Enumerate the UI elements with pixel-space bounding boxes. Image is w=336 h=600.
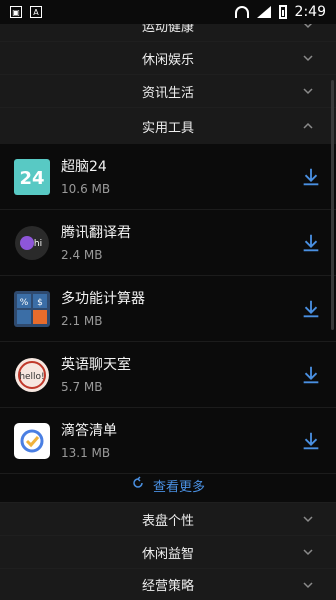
category-label: 休闲娱乐 [141,52,194,68]
download-icon[interactable] [300,430,322,452]
status-time: 2:49 [294,4,326,20]
app-size: 2.4 MB [61,248,103,262]
category-label: 经营策略 [141,579,194,594]
list-item[interactable]: 24 超脑24 10.6 MB [0,144,336,210]
chevron-up-icon [302,120,314,132]
category-label: 休闲益智 [141,546,194,562]
app-size: 13.1 MB [61,446,111,460]
view-more-label: 查看更多 [152,479,205,495]
photo-icon: ▣ [10,6,22,18]
list-item[interactable]: hello! 英语聊天室 5.7 MB [0,342,336,408]
app-name: 超脑24 [61,159,107,175]
svg-text:hi: hi [34,239,42,249]
category-label: 实用工具 [141,120,194,136]
battery-icon [278,5,287,19]
chevron-down-icon [302,85,314,97]
download-icon[interactable] [300,364,322,386]
app-name: 腾讯翻译君 [61,225,131,241]
svg-text:hello!: hello! [19,372,44,382]
chevron-down-icon [302,546,314,558]
app-icon: A [30,6,42,18]
chevron-down-icon [302,579,314,591]
signal-icon [256,6,271,18]
category-strategy[interactable]: 经营策略 [0,568,336,600]
category-watchface[interactable]: 表盘个性 [0,502,336,535]
wifi-icon [234,6,249,18]
app-list: 24 超脑24 10.6 MB hi 腾讯翻译君 2.4 MB % $ 多功能计算… [0,144,336,500]
category-label: 表盘个性 [141,513,194,529]
refresh-icon [131,476,145,494]
download-icon[interactable] [300,232,322,254]
app-name: 滴答清单 [61,423,117,439]
list-item[interactable]: % $ 多功能计算器 2.1 MB [0,276,336,342]
app-name: 多功能计算器 [61,291,145,307]
category-leisure[interactable]: 休闲娱乐 [0,41,336,74]
category-utilities[interactable]: 实用工具 [0,107,336,144]
app-size: 5.7 MB [61,380,103,394]
chevron-down-icon [302,52,314,64]
status-bar: ▣ A 2:49 [0,0,336,24]
category-puzzle[interactable]: 休闲益智 [0,535,336,568]
download-icon[interactable] [300,166,322,188]
calculator-icon: % $ [14,290,50,327]
app-size: 10.6 MB [61,182,111,196]
app-size: 2.1 MB [61,314,103,328]
ticktick-icon [14,422,50,459]
brain24-icon: 24 [14,158,50,195]
view-more-button[interactable]: 查看更多 [0,470,336,500]
svg-text:24: 24 [19,168,44,189]
chat-hello-icon: hello! [14,357,50,393]
list-item[interactable]: 滴答清单 13.1 MB [0,408,336,474]
svg-text:%: % [20,298,29,308]
chevron-down-icon [302,513,314,525]
download-icon[interactable] [300,298,322,320]
svg-text:$: $ [37,298,43,308]
list-item[interactable]: hi 腾讯翻译君 2.4 MB [0,210,336,276]
app-name: 英语聊天室 [61,357,131,373]
category-news-life[interactable]: 资讯生活 [0,74,336,107]
scrollbar[interactable] [331,80,334,330]
category-label: 资讯生活 [141,85,194,101]
tencent-translate-icon: hi [14,225,50,261]
